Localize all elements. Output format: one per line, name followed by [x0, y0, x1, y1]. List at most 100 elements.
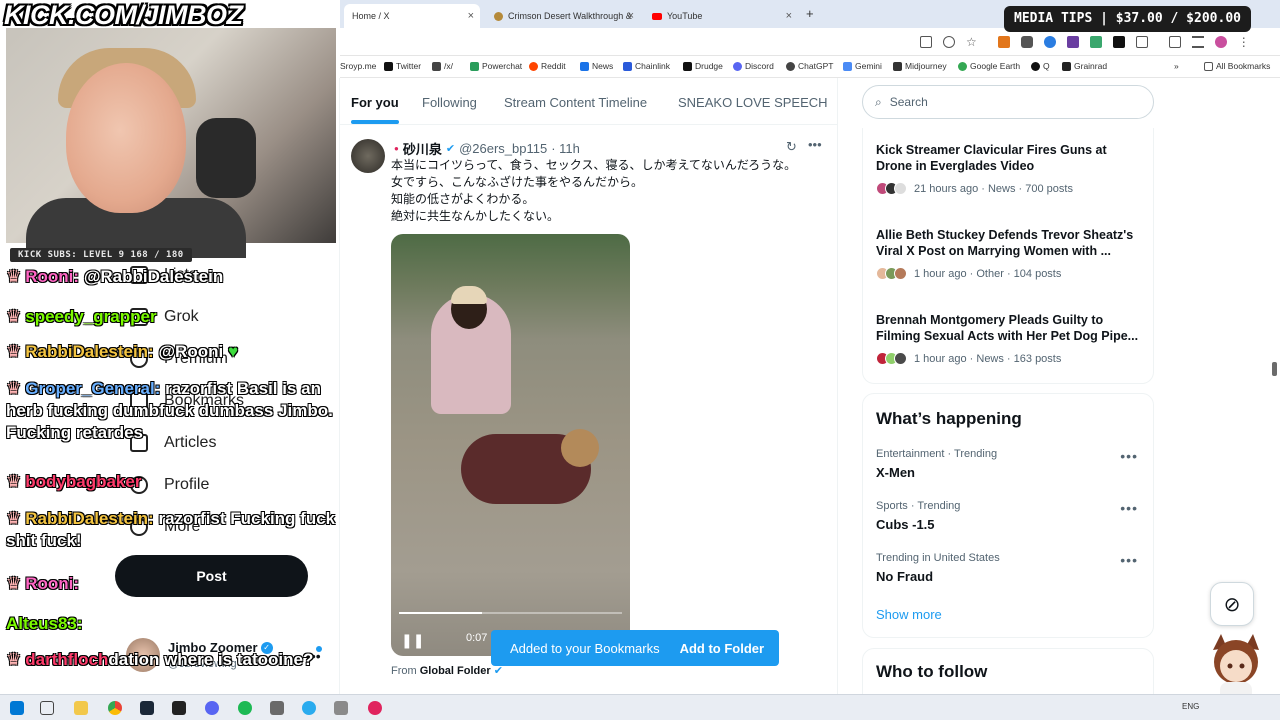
more-icon[interactable]: ⋮	[1238, 36, 1250, 48]
news-meta: 1 hour ago · News · 163 posts	[914, 352, 1062, 365]
tab-for-you[interactable]: For you	[351, 95, 399, 124]
spotify-icon[interactable]	[238, 701, 252, 715]
app-icon[interactable]	[172, 701, 186, 715]
chat-user: RabbiDalestein:	[25, 342, 154, 361]
grok-explain-icon[interactable]: ↻	[786, 139, 797, 155]
discord-icon	[733, 61, 742, 71]
news-item[interactable]: Allie Beth Stuckey Defends Trevor Sheatz…	[876, 227, 1144, 280]
file-explorer-icon[interactable]	[74, 701, 88, 715]
from-source-link[interactable]: Global Folder	[420, 665, 491, 677]
trend-more-icon[interactable]: •••	[1120, 500, 1138, 516]
bookmark-item[interactable]: Drudge	[683, 61, 723, 71]
news-meta: 1 hour ago · Other · 104 posts	[914, 267, 1062, 280]
bookmark-item[interactable]: Gemini	[843, 61, 882, 71]
app-icon[interactable]	[334, 701, 348, 715]
tweet-header: ● 砂川泉 ✔ @26ers_bp115 · 11h	[394, 139, 580, 158]
post-button[interactable]: Post	[115, 555, 308, 597]
puzzle-icon[interactable]	[1135, 36, 1148, 48]
tab-sneako-love-speech[interactable]: SNEAKO LOVE SPEECH	[678, 95, 828, 110]
tab-stream-content-timeline[interactable]: Stream Content Timeline	[504, 95, 647, 110]
pause-icon[interactable]: ❚❚	[401, 632, 424, 649]
grok-button[interactable]: ⊘	[1210, 582, 1254, 626]
start-icon[interactable]	[10, 701, 24, 715]
tweet-handle[interactable]: @26ers_bp115	[459, 141, 547, 156]
bookmark-label: /x/	[444, 61, 453, 71]
bookmark-label: Discord	[745, 61, 774, 71]
chrome-icon[interactable]	[108, 701, 122, 715]
task-view-icon[interactable]	[40, 701, 54, 715]
bookmark-item[interactable]: Midjourney	[893, 61, 947, 71]
bookmark-label: Drudge	[695, 61, 723, 71]
language-indicator[interactable]: ENG	[1182, 702, 1199, 711]
discord-icon[interactable]	[205, 701, 219, 715]
tweet-author-name[interactable]: 砂川泉	[403, 139, 442, 158]
show-more-link[interactable]: Show more	[876, 607, 942, 622]
news-item[interactable]: Kick Streamer Clavicular Fires Guns at D…	[876, 142, 1144, 195]
profile-icon[interactable]	[1214, 36, 1227, 48]
star-icon[interactable]: ☆	[966, 36, 977, 48]
trend-item[interactable]: Sports · Trending Cubs -1.5 •••	[876, 500, 1144, 532]
app-icon[interactable]	[270, 701, 284, 715]
nav-profile[interactable]: Profile	[130, 476, 209, 494]
video-time: 0:07	[466, 632, 488, 644]
bookmarks-overflow-icon[interactable]: »	[1174, 61, 1179, 71]
metamask-icon[interactable]	[997, 36, 1010, 48]
install-icon[interactable]	[920, 36, 932, 48]
tweet-time[interactable]: · 11h	[551, 141, 580, 156]
bookmark-item[interactable]: Chainlink	[623, 61, 670, 71]
steam-icon[interactable]	[140, 701, 154, 715]
zoom-icon[interactable]	[943, 36, 955, 48]
bookmark-item[interactable]: Twitter	[384, 61, 421, 71]
bookmark-item[interactable]: Powerchat	[470, 61, 522, 71]
tab-crimson-desert[interactable]: Crimson Desert Walkthrough & ×	[486, 4, 640, 28]
close-icon[interactable]: ×	[628, 10, 634, 22]
trend-more-icon[interactable]: •••	[1120, 448, 1138, 464]
bookmark-item[interactable]: Discord	[733, 61, 774, 71]
tweet-more-icon[interactable]: •••	[808, 137, 822, 152]
tab-home-x[interactable]: Home / X ×	[344, 4, 480, 28]
bookmark-item[interactable]: Grainrad	[1062, 61, 1107, 71]
tab-youtube[interactable]: YouTube ×	[644, 4, 798, 28]
verified-icon: ✔	[445, 143, 456, 155]
add-to-folder-button[interactable]: Add to Folder	[680, 641, 765, 656]
scrollbar-thumb[interactable]	[1272, 362, 1277, 376]
extension-icon[interactable]	[1066, 36, 1079, 48]
menu-icon[interactable]	[1191, 36, 1204, 48]
close-icon[interactable]: ×	[786, 10, 792, 22]
extension-icon[interactable]	[1043, 36, 1056, 48]
new-tab-button[interactable]: +	[806, 6, 814, 21]
avatars	[876, 267, 907, 280]
chatgpt-icon	[786, 61, 795, 71]
bookmark-item[interactable]: Q	[1031, 61, 1050, 71]
trend-name: Cubs -1.5	[876, 517, 935, 532]
extension-icon[interactable]	[1089, 36, 1102, 48]
bookmark-item[interactable]: News	[580, 61, 613, 71]
bookmark-item[interactable]: Sroyp.me	[340, 61, 376, 71]
bookmark-item[interactable]: Reddit	[529, 61, 566, 71]
shield-icon[interactable]	[1020, 36, 1033, 48]
trend-name: No Fraud	[876, 569, 934, 584]
app-icon[interactable]	[368, 701, 382, 715]
close-icon[interactable]: ×	[468, 10, 474, 22]
bookmark-item[interactable]: ChatGPT	[786, 61, 833, 71]
search-input[interactable]: ⌕ Search	[862, 85, 1154, 119]
chat-message: ♛ Rooni: @RabbiDalestein	[6, 266, 223, 288]
bookmark-item[interactable]: /x/	[432, 61, 453, 71]
news-item[interactable]: Brennah Montgomery Pleads Guilty to Film…	[876, 312, 1144, 365]
all-bookmarks[interactable]: All Bookmarks	[1204, 61, 1270, 71]
toolbar-icons: ☆ ⋮	[920, 36, 1250, 48]
video-progress-bar[interactable]	[399, 612, 622, 614]
tweet-video[interactable]: ❚❚ 0:07	[391, 234, 630, 656]
grok-icon: ⊘	[1223, 593, 1241, 616]
sidepanel-icon[interactable]	[1168, 36, 1181, 48]
trend-item[interactable]: Entertainment · Trending X-Men •••	[876, 448, 1144, 480]
chat-user: bodybagbaker	[25, 472, 142, 491]
telegram-icon[interactable]	[302, 701, 316, 715]
youtube-icon	[652, 12, 662, 20]
tweet-avatar[interactable]	[351, 139, 385, 173]
trend-item[interactable]: Trending in United States No Fraud •••	[876, 552, 1144, 584]
bookmark-item[interactable]: Google Earth	[958, 61, 1020, 71]
x-icon[interactable]	[1112, 36, 1125, 48]
trend-more-icon[interactable]: •••	[1120, 552, 1138, 568]
tab-following[interactable]: Following	[422, 95, 477, 110]
